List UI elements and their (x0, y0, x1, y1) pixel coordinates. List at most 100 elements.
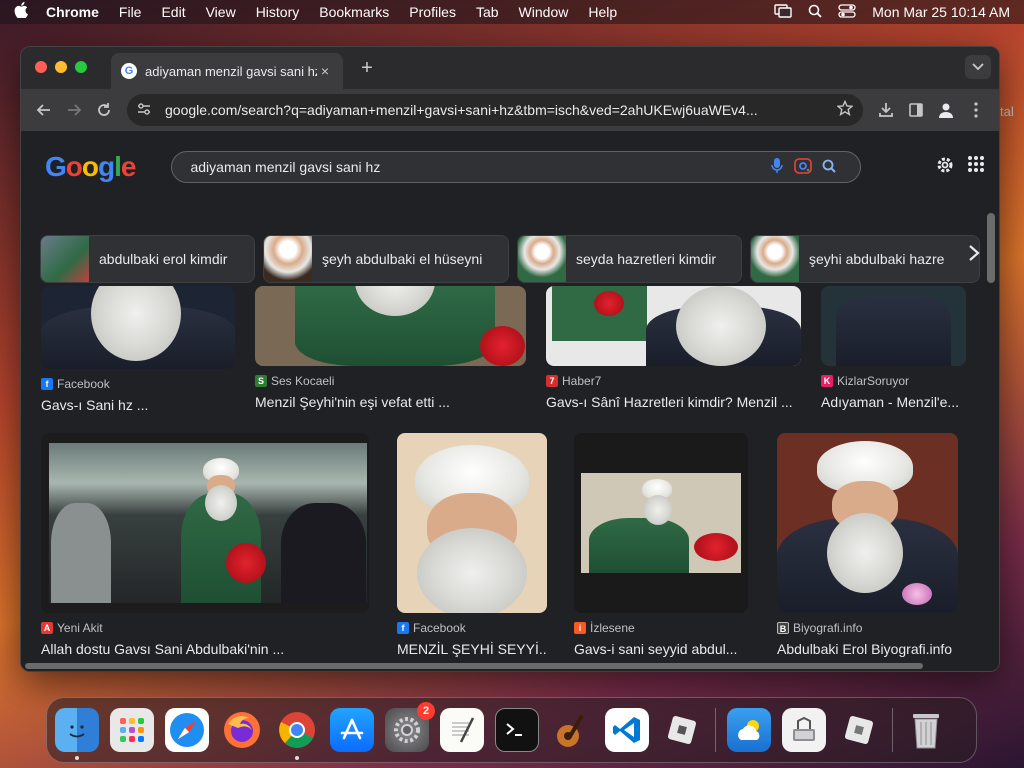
result-thumbnail[interactable] (777, 433, 958, 613)
chrome-menu-icon[interactable] (961, 95, 991, 125)
menu-edit[interactable]: Edit (161, 4, 185, 20)
menu-help[interactable]: Help (588, 4, 617, 20)
roblox-icon[interactable] (660, 708, 704, 752)
related-search-chip[interactable]: şeyh abdulbaki el hüseyni (263, 235, 509, 283)
menu-profiles[interactable]: Profiles (409, 4, 456, 20)
facebook-favicon-icon: f (397, 622, 409, 634)
profile-avatar-icon[interactable] (931, 95, 961, 125)
izlesene-favicon-icon: i (574, 622, 586, 634)
result-thumbnail[interactable] (397, 433, 547, 613)
archive-utility-icon[interactable] (782, 708, 826, 752)
menu-app-name[interactable]: Chrome (46, 4, 99, 20)
search-query[interactable]: adiyaman menzil gavsi sani hz (190, 159, 764, 175)
vscode-icon[interactable] (605, 708, 649, 752)
result-source: S Ses Kocaeli (255, 374, 526, 388)
safari-icon[interactable] (165, 708, 209, 752)
tab-close-icon[interactable]: × (317, 63, 333, 79)
menu-window[interactable]: Window (519, 4, 569, 20)
biyografi-favicon-icon: B (777, 622, 789, 634)
google-logo[interactable]: Google (45, 151, 136, 183)
image-result[interactable]: K KizlarSoruyor Adıyaman - Menzil'e... (821, 286, 966, 410)
result-caption[interactable]: Adıyaman - Menzil'e... (821, 394, 966, 410)
trash-icon[interactable] (904, 708, 948, 752)
zoom-window-button[interactable] (75, 61, 87, 73)
result-thumbnail[interactable] (574, 433, 748, 613)
menu-bookmarks[interactable]: Bookmarks (319, 4, 389, 20)
search-submit-icon[interactable] (816, 159, 842, 176)
firefox-icon[interactable] (220, 708, 264, 752)
header-actions (935, 155, 985, 180)
chips-next-arrow-icon[interactable] (961, 243, 987, 273)
google-header: Google adiyaman menzil gavsi sani hz (21, 131, 999, 203)
apple-menu-icon[interactable] (14, 1, 28, 23)
tab-search-button[interactable] (965, 55, 991, 79)
result-caption[interactable]: Abdulbaki Erol Biyografi.info (777, 641, 958, 657)
chrome-window: G adiyaman menzil gavsi sani hz × + goog… (20, 46, 1000, 672)
related-search-chip[interactable]: şeyhi abdulbaki hazre (750, 235, 980, 283)
system-settings-icon[interactable]: 2 (385, 702, 435, 752)
result-caption[interactable]: Gavs-i sani seyyid abdul... (574, 641, 748, 657)
close-window-button[interactable] (35, 61, 47, 73)
voice-search-icon[interactable] (764, 157, 790, 177)
downloads-icon[interactable] (871, 95, 901, 125)
menu-file[interactable]: File (119, 4, 142, 20)
launchpad-icon[interactable] (110, 708, 154, 752)
menu-view[interactable]: View (206, 4, 236, 20)
terminal-icon[interactable] (495, 708, 539, 752)
result-source: i İzlesene (574, 621, 748, 635)
side-panel-icon[interactable] (901, 95, 931, 125)
related-search-chip[interactable]: abdulbaki erol kimdir (40, 235, 255, 283)
menu-clock[interactable]: Mon Mar 25 10:14 AM (872, 4, 1010, 20)
result-source: B Biyografi.info (777, 621, 958, 635)
address-bar[interactable]: google.com/search?q=adiyaman+menzil+gavs… (127, 94, 863, 126)
horizontal-scrollbar[interactable] (25, 663, 923, 669)
textedit-icon[interactable] (440, 708, 484, 752)
apps-grid-icon[interactable] (967, 155, 985, 180)
image-result[interactable]: A Yeni Akit Allah dostu Gavsı Sani Abdulb… (41, 433, 369, 657)
result-caption[interactable]: MENZİL ŞEYHİ SEYYİ... (397, 641, 547, 657)
result-caption[interactable]: Allah dostu Gavsı Sani Abdulbaki'nin ... (41, 641, 369, 657)
image-result[interactable]: 7 Haber7 Gavs-ı Sânî Hazretleri kimdir? M… (546, 286, 801, 410)
url-text[interactable]: google.com/search?q=adiyaman+menzil+gavs… (165, 102, 837, 118)
tab-active[interactable]: G adiyaman menzil gavsi sani hz × (111, 53, 343, 89)
result-thumbnail[interactable] (546, 286, 801, 366)
vertical-scrollbar[interactable] (987, 213, 995, 283)
bookmark-star-icon[interactable] (836, 99, 854, 121)
result-caption[interactable]: Menzil Şeyhi'nin eşi vefat etti ... (255, 394, 526, 410)
image-result[interactable]: S Ses Kocaeli Menzil Şeyhi'nin eşi vefat … (255, 286, 526, 410)
result-caption[interactable]: Gavs-ı Sani hz ... (41, 397, 235, 413)
garageband-icon[interactable] (550, 708, 594, 752)
weather-icon[interactable] (727, 708, 771, 752)
result-caption[interactable]: Gavs-ı Sânî Hazretleri kimdir? Menzil ..… (546, 394, 801, 410)
tab-title: adiyaman menzil gavsi sani hz (145, 63, 317, 79)
reload-button[interactable] (89, 95, 119, 125)
menu-tab[interactable]: Tab (476, 4, 499, 20)
spotlight-search-icon[interactable] (808, 4, 822, 21)
image-result[interactable]: B Biyografi.info Abdulbaki Erol Biyografi… (777, 433, 958, 657)
result-source: f Facebook (397, 621, 547, 635)
lens-search-icon[interactable] (790, 157, 816, 177)
image-result[interactable]: f Facebook MENZİL ŞEYHİ SEYYİ... (397, 433, 547, 657)
chrome-icon[interactable] (275, 708, 319, 760)
result-thumbnail[interactable] (41, 286, 235, 369)
result-thumbnail[interactable] (821, 286, 966, 366)
screen-mirroring-icon[interactable] (774, 3, 792, 21)
roblox-studio-icon[interactable] (837, 708, 881, 752)
back-button[interactable] (29, 95, 59, 125)
minimize-window-button[interactable] (55, 61, 67, 73)
result-thumbnail[interactable] (41, 433, 369, 613)
result-thumbnail[interactable] (255, 286, 526, 366)
app-store-icon[interactable] (330, 708, 374, 752)
image-result[interactable]: i İzlesene Gavs-i sani seyyid abdul... (574, 433, 748, 657)
menu-history[interactable]: History (256, 4, 300, 20)
control-center-icon[interactable] (838, 3, 856, 21)
related-search-chip[interactable]: seyda hazretleri kimdir (517, 235, 742, 283)
forward-button[interactable] (59, 95, 89, 125)
result-source: 7 Haber7 (546, 374, 801, 388)
site-info-icon[interactable] (137, 102, 155, 118)
new-tab-button[interactable]: + (357, 57, 377, 80)
settings-gear-icon[interactable] (935, 155, 955, 180)
image-result[interactable]: f Facebook Gavs-ı Sani hz ... (41, 286, 235, 413)
finder-icon[interactable] (55, 708, 99, 760)
search-box[interactable]: adiyaman menzil gavsi sani hz (171, 151, 862, 183)
